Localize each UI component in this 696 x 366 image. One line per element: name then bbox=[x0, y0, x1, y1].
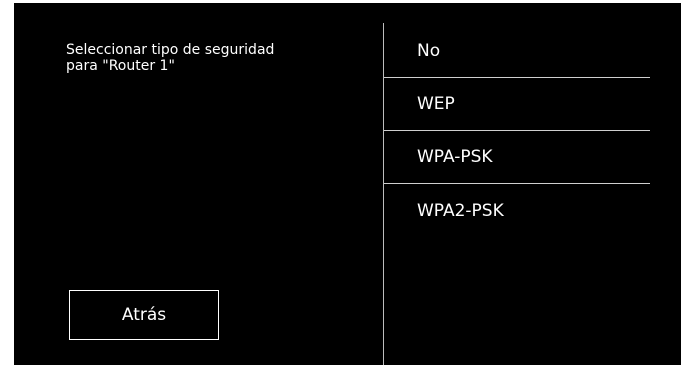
left-panel: Seleccionar tipo de seguridad para "Rout… bbox=[14, 3, 385, 365]
back-button[interactable]: Atrás bbox=[69, 290, 219, 340]
security-type-dialog: Seleccionar tipo de seguridad para "Rout… bbox=[14, 3, 681, 365]
prompt-line-2: para "Router 1" bbox=[66, 58, 175, 74]
prompt-line-1: Seleccionar tipo de seguridad bbox=[66, 42, 275, 58]
option-no[interactable]: No bbox=[384, 25, 650, 78]
option-wpa2-psk[interactable]: WPA2-PSK bbox=[384, 184, 650, 237]
option-wpa-psk[interactable]: WPA-PSK bbox=[384, 131, 650, 184]
prompt-text: Seleccionar tipo de seguridad para "Rout… bbox=[66, 42, 366, 74]
option-wep[interactable]: WEP bbox=[384, 78, 650, 131]
security-options-list: No WEP WPA-PSK WPA2-PSK bbox=[384, 25, 650, 237]
